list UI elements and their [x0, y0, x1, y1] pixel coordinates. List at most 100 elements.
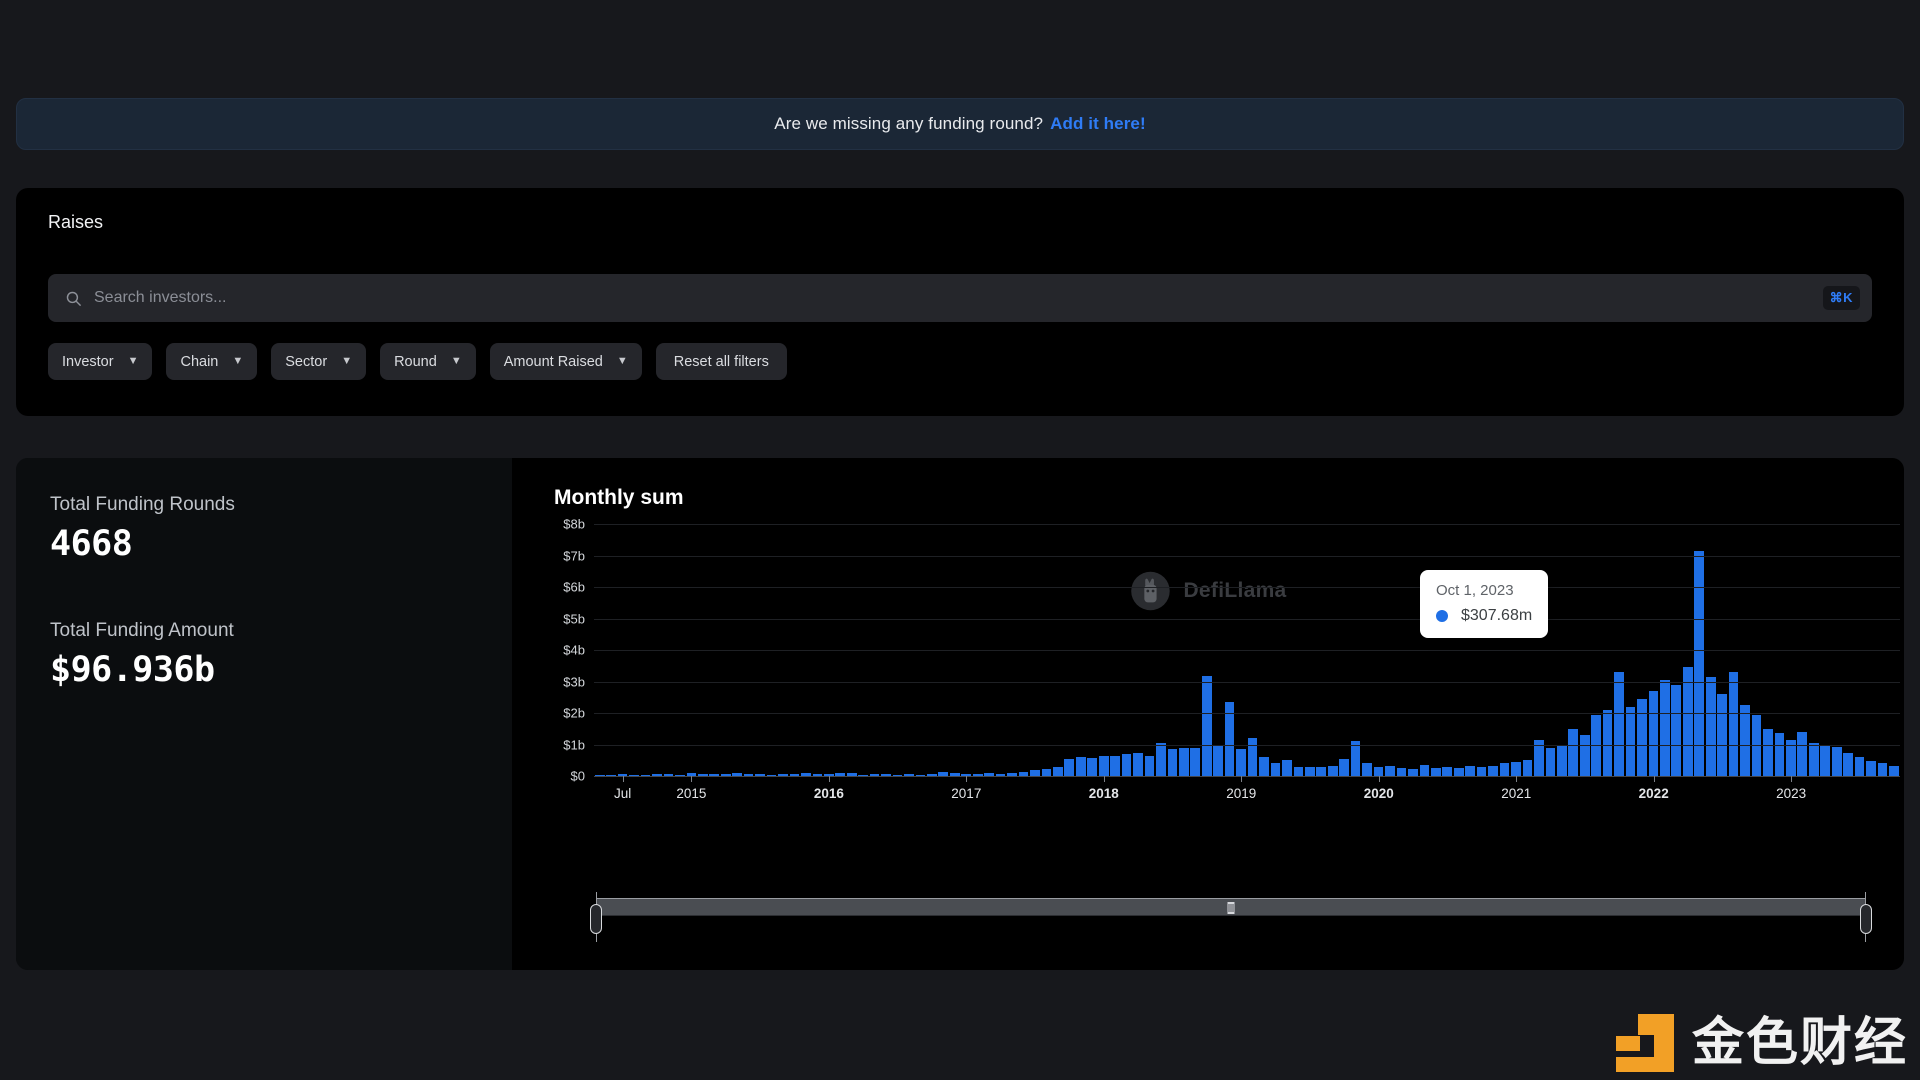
y-axis-tick-label: $2b	[563, 705, 585, 721]
chart-bar[interactable]	[1522, 760, 1533, 776]
chart-bar[interactable]	[1304, 767, 1315, 776]
chart-bar[interactable]	[1797, 731, 1808, 776]
chart-bar[interactable]	[1545, 748, 1556, 776]
chart-bar[interactable]	[1705, 676, 1716, 776]
chart-bar[interactable]	[1167, 749, 1178, 776]
chart-bar[interactable]	[1511, 761, 1521, 776]
x-axis-tick-label: 2022	[1638, 786, 1669, 801]
chart-bar[interactable]	[1133, 753, 1143, 776]
chart-bar[interactable]	[1488, 765, 1498, 776]
chart-bar[interactable]	[1385, 765, 1395, 776]
search-bar[interactable]: ⌘K	[48, 274, 1872, 322]
chart-bar[interactable]	[1236, 749, 1246, 776]
chart-bar[interactable]	[1327, 765, 1338, 776]
chart-bar[interactable]	[1453, 767, 1464, 776]
filter-sector[interactable]: Sector ▼	[271, 343, 367, 380]
chart-bar[interactable]	[1087, 757, 1098, 776]
x-axis-tick-label: 2018	[1088, 786, 1119, 801]
chart-bar[interactable]	[1213, 744, 1224, 776]
summary-chart-card: Total Funding Rounds 4668 Total Funding …	[16, 458, 1904, 970]
chart-gridline	[594, 587, 1900, 588]
chart-bar[interactable]	[1041, 769, 1052, 776]
monthly-sum-bar-chart[interactable]: $8b $7b $6b $5b $4b $3b $2b $1b $0 Jul 2015 2016 201…	[563, 517, 1900, 801]
filter-sector-label: Sector	[285, 353, 328, 370]
chart-bar[interactable]	[1442, 767, 1453, 776]
chart-bar[interactable]	[1282, 759, 1292, 776]
reset-all-filters-button[interactable]: Reset all filters	[655, 343, 787, 380]
search-input[interactable]	[94, 289, 1823, 307]
chart-bar[interactable]	[1350, 741, 1361, 776]
chart-bar[interactable]	[1808, 742, 1819, 776]
x-axis-tick-mark	[1653, 776, 1655, 782]
x-axis-tick-mark	[1103, 776, 1105, 782]
chart-bar[interactable]	[1316, 766, 1327, 776]
chart-bar[interactable]	[1270, 762, 1281, 776]
chart-bar[interactable]	[1396, 768, 1407, 776]
chart-bar[interactable]	[1098, 756, 1109, 776]
chart-bar[interactable]	[1430, 768, 1441, 776]
chart-bar[interactable]	[1889, 765, 1899, 776]
chart-bar[interactable]	[1820, 744, 1831, 776]
chart-bar[interactable]	[1717, 694, 1727, 776]
chart-bar[interactable]	[1854, 757, 1865, 776]
chart-bar[interactable]	[1831, 747, 1842, 776]
chart-bar[interactable]	[1110, 755, 1120, 776]
chart-bar[interactable]	[1053, 766, 1063, 776]
brush-handle-right[interactable]	[1860, 904, 1872, 934]
chart-bar[interactable]	[1064, 758, 1075, 776]
chart-bar[interactable]	[1602, 709, 1613, 776]
filter-investor-label: Investor	[62, 353, 114, 370]
chart-bar[interactable]	[1763, 728, 1773, 776]
chart-bar[interactable]	[1362, 763, 1372, 776]
filter-investor[interactable]: Investor ▼	[48, 343, 153, 380]
chart-bar[interactable]	[1190, 748, 1201, 776]
chart-bar[interactable]	[1419, 764, 1430, 776]
chart-range-brush[interactable]	[590, 892, 1872, 942]
x-axis-tick-mark	[1241, 776, 1243, 782]
chart-bar[interactable]	[1614, 672, 1624, 776]
chart-bar[interactable]	[1877, 763, 1888, 776]
filter-chain[interactable]: Chain ▼	[166, 343, 258, 380]
chart-bar[interactable]	[1671, 684, 1682, 776]
chart-bar[interactable]	[1648, 690, 1659, 776]
add-it-here-link[interactable]: Add it here!	[1050, 114, 1146, 134]
chart-bar[interactable]	[1740, 705, 1750, 776]
chart-bar[interactable]	[1144, 756, 1155, 776]
chart-gridline	[594, 744, 1900, 746]
stat-label: Total Funding Rounds	[50, 494, 235, 515]
stats-panel: Total Funding Rounds 4668 Total Funding …	[16, 458, 512, 970]
chart-bar[interactable]	[1465, 765, 1475, 776]
chart-bar[interactable]	[1259, 757, 1269, 776]
x-axis-tick-mark	[828, 776, 830, 782]
chart-bar[interactable]	[1579, 735, 1590, 776]
tooltip-row: $307.68m	[1436, 607, 1532, 625]
chart-bar[interactable]	[1556, 746, 1567, 776]
chart-bar[interactable]	[1156, 742, 1166, 776]
chart-bar[interactable]	[1682, 667, 1693, 776]
chart-bar[interactable]	[1075, 757, 1086, 776]
filter-amount-raised[interactable]: Amount Raised ▼	[489, 343, 642, 380]
chart-bar[interactable]	[1339, 758, 1350, 776]
chart-bar[interactable]	[1179, 747, 1189, 776]
chart-gridline	[594, 555, 1900, 557]
chart-bar[interactable]	[1637, 698, 1647, 776]
chart-bar[interactable]	[1728, 672, 1739, 776]
chart-bar[interactable]	[1694, 550, 1705, 776]
filter-round[interactable]: Round ▼	[380, 343, 476, 380]
chart-bar[interactable]	[1568, 728, 1579, 776]
brush-handle-left[interactable]	[590, 904, 602, 934]
chart-bar[interactable]	[1201, 675, 1212, 776]
chart-bar[interactable]	[1476, 766, 1487, 776]
chart-bar[interactable]	[1121, 753, 1132, 776]
chart-bar[interactable]	[1866, 760, 1876, 776]
chart-bar[interactable]	[1660, 679, 1670, 776]
chart-bar[interactable]	[1774, 733, 1785, 776]
chart-bar[interactable]	[1408, 769, 1418, 776]
chart-bar[interactable]	[1625, 706, 1636, 776]
chart-bar[interactable]	[1499, 763, 1510, 776]
chart-bar[interactable]	[1843, 753, 1853, 776]
brush-track[interactable]	[596, 898, 1866, 916]
x-axis-tick-label: 2020	[1363, 786, 1394, 801]
chart-bar[interactable]	[1293, 766, 1304, 776]
chart-bar[interactable]	[1373, 766, 1384, 776]
